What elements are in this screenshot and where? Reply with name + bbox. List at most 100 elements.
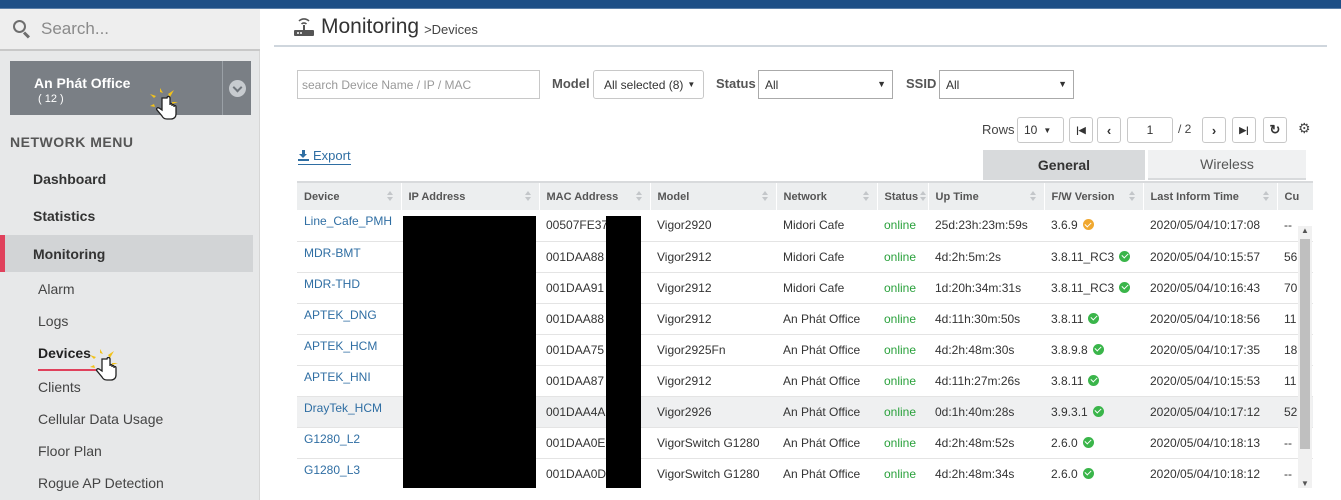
submenu-clients[interactable]: Clients <box>38 379 81 395</box>
network-dropdown-toggle[interactable] <box>222 61 251 115</box>
model-cell: VigorSwitch G1280 <box>650 427 776 459</box>
table-header-row: Device IP Address MAC Address Model Netw… <box>297 183 1313 210</box>
status-cell: online <box>877 396 928 428</box>
col-last-inform-time[interactable]: Last Inform Time <box>1143 183 1278 210</box>
ssid-label: SSID <box>906 76 937 91</box>
col-fw-version[interactable]: F/W Version <box>1044 183 1144 210</box>
submenu-devices[interactable]: Devices <box>38 345 91 361</box>
check-icon <box>1082 467 1094 479</box>
page-number-input[interactable]: 1 <box>1127 117 1173 143</box>
chevron-left-icon: ‹ <box>1106 122 1112 138</box>
chevron-down-icon <box>228 79 246 97</box>
export-button[interactable]: Export <box>298 148 351 165</box>
model-dropdown[interactable]: All selected (8) ▼ <box>593 70 704 99</box>
device-name-link[interactable]: APTEK_HCM <box>297 334 401 366</box>
col-ip-address[interactable]: IP Address <box>401 183 540 210</box>
model-dropdown-value: All selected (8) <box>604 77 684 92</box>
devices-table: Device IP Address MAC Address Model Netw… <box>297 181 1313 488</box>
mac-redaction <box>606 216 641 488</box>
check-icon <box>1088 312 1100 324</box>
status-select[interactable]: All ▼ <box>758 70 893 99</box>
uptime-cell: 25d:23h:23m:59s <box>928 210 1044 242</box>
last-inform-cell: 2020/05/04/10:17:35 <box>1143 334 1277 366</box>
network-cell: An Phát Office <box>776 458 877 488</box>
model-cell: Vigor2912 <box>650 272 776 304</box>
model-cell: Vigor2912 <box>650 365 776 397</box>
col-model[interactable]: Model <box>650 183 777 210</box>
device-name-link[interactable]: G1280_L3 <box>297 458 401 488</box>
caret-down-icon: ▼ <box>687 80 696 89</box>
status-cell: online <box>877 334 928 366</box>
check-icon <box>1092 405 1104 417</box>
ssid-select[interactable]: All ▼ <box>939 70 1074 99</box>
device-name-link[interactable]: APTEK_HNI <box>297 365 401 397</box>
rows-per-page-select[interactable]: 10 ▼ <box>1017 117 1064 143</box>
tab-general[interactable]: General <box>983 150 1145 180</box>
sort-icon <box>1262 191 1269 201</box>
uptime-cell: 4d:2h:48m:34s <box>928 458 1044 488</box>
warning-icon <box>1082 219 1094 231</box>
scroll-up-icon[interactable]: ▲ <box>1301 226 1309 235</box>
status-cell: online <box>877 427 928 459</box>
fw-cell: 3.8.11_RC3 <box>1044 272 1143 304</box>
uptime-cell: 4d:11h:30m:50s <box>928 303 1044 335</box>
submenu-rogue-ap-detection[interactable]: Rogue AP Detection <box>38 475 164 491</box>
page-title: Monitoring <box>321 15 420 38</box>
scroll-down-icon[interactable]: ▼ <box>1301 479 1309 488</box>
last-inform-cell: 2020/05/04/10:18:13 <box>1143 427 1277 459</box>
first-page-button[interactable]: |◀ <box>1069 117 1093 143</box>
uptime-cell: 0d:1h:40m:28s <box>928 396 1044 428</box>
status-cell: online <box>877 241 928 273</box>
caret-down-icon: ▼ <box>1043 125 1052 135</box>
total-pages: / 2 <box>1178 122 1192 136</box>
model-cell: Vigor2925Fn <box>650 334 776 366</box>
model-cell: Vigor2926 <box>650 396 776 428</box>
network-cell: An Phát Office <box>776 334 877 366</box>
table-scrollbar[interactable]: ▲ ▼ <box>1298 226 1312 488</box>
fw-cell: 3.9.3.1 <box>1044 396 1143 428</box>
status-cell: online <box>877 458 928 488</box>
scroll-thumb[interactable] <box>1300 239 1310 449</box>
uptime-cell: 4d:2h:5m:2s <box>928 241 1044 273</box>
refresh-button[interactable]: ↻ <box>1263 117 1287 143</box>
last-page-button[interactable]: ▶| <box>1232 117 1256 143</box>
col-cu[interactable]: Cu <box>1277 183 1313 210</box>
fw-cell: 3.8.9.8 <box>1044 334 1143 366</box>
col-mac-address[interactable]: MAC Address <box>539 183 651 210</box>
next-page-button[interactable]: › <box>1202 117 1226 143</box>
menu-statistics[interactable]: Statistics <box>0 197 253 234</box>
device-name-link[interactable]: MDR-THD <box>297 272 401 304</box>
sidebar: An Phát Office ( 12 ) NETWORK MENU Dashb… <box>0 9 260 500</box>
settings-gear-icon[interactable]: ⚙ <box>1298 120 1311 137</box>
model-cell: Vigor2920 <box>650 210 776 242</box>
device-name-link[interactable]: G1280_L2 <box>297 427 401 459</box>
device-name-link[interactable]: Line_Cafe_PMH <box>297 210 401 242</box>
status-cell: online <box>877 210 928 242</box>
submenu-alarm[interactable]: Alarm <box>38 281 75 297</box>
first-page-icon: |◀ <box>1076 124 1086 135</box>
col-status[interactable]: Status <box>877 183 929 210</box>
menu-monitoring[interactable]: Monitoring <box>0 235 253 272</box>
col-device[interactable]: Device <box>297 183 402 210</box>
submenu-floor-plan[interactable]: Floor Plan <box>38 443 102 459</box>
main-content: Monitoring >Devices Model All selected (… <box>260 9 1341 500</box>
device-name-link[interactable]: DrayTek_HCM <box>297 396 401 428</box>
tab-wireless[interactable]: Wireless <box>1148 150 1306 180</box>
submenu-logs[interactable]: Logs <box>38 313 68 329</box>
chevron-right-icon: › <box>1211 122 1217 138</box>
sort-icon <box>635 191 642 201</box>
network-cell: An Phát Office <box>776 303 877 335</box>
device-name-link[interactable]: MDR-BMT <box>297 241 401 273</box>
prev-page-button[interactable]: ‹ <box>1097 117 1121 143</box>
device-search-input[interactable] <box>297 70 540 99</box>
last-inform-cell: 2020/05/04/10:15:57 <box>1143 241 1277 273</box>
network-selector[interactable]: An Phát Office ( 12 ) <box>10 61 251 115</box>
col-up-time[interactable]: Up Time <box>928 183 1045 210</box>
sort-icon <box>386 191 393 201</box>
hand-cursor-icon <box>90 349 118 381</box>
col-network[interactable]: Network <box>776 183 878 210</box>
submenu-cellular-data-usage[interactable]: Cellular Data Usage <box>38 411 163 427</box>
sidebar-search-input[interactable] <box>41 19 241 39</box>
menu-dashboard[interactable]: Dashboard <box>0 160 253 197</box>
device-name-link[interactable]: APTEK_DNG <box>297 303 401 335</box>
